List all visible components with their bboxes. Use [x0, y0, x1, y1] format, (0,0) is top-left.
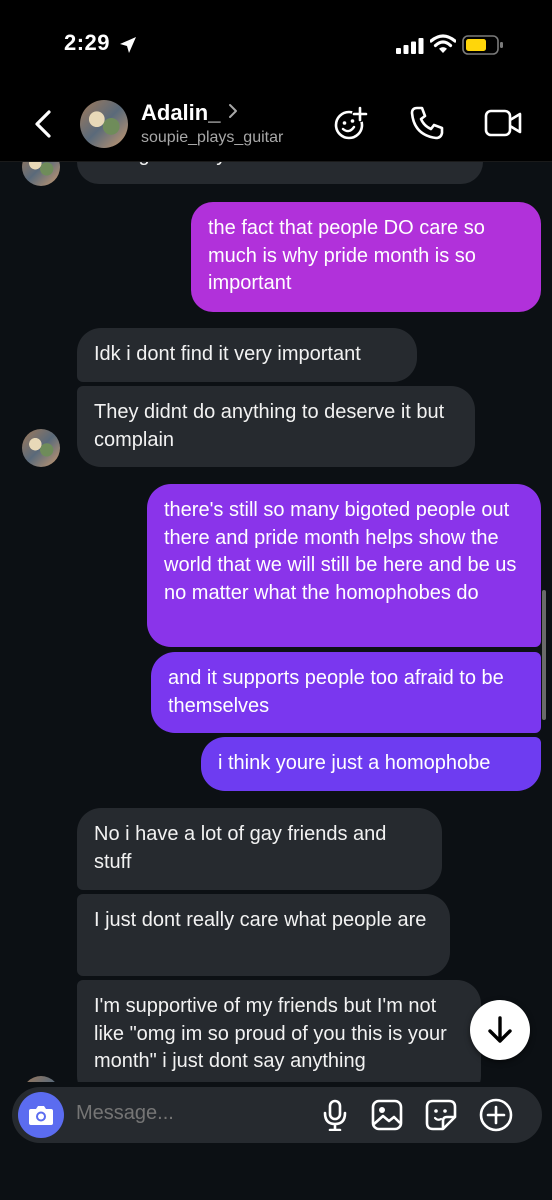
camera-icon — [29, 1106, 53, 1125]
message-sent[interactable]: i think youre just a homophobe — [201, 737, 541, 791]
microphone-icon[interactable] — [322, 1099, 348, 1131]
message-received[interactable]: Idk i dont find it very important — [77, 328, 417, 382]
message-received[interactable]: be a girl or boy — [77, 162, 483, 184]
location-arrow-icon — [120, 37, 136, 53]
message-sent[interactable]: there's still so many bigoted people out… — [147, 484, 541, 647]
chat-header: Adalin_ soupie_plays_guitar — [0, 90, 552, 162]
message-received[interactable]: They didnt do anything to deserve it but… — [77, 386, 475, 467]
contact-avatar[interactable] — [80, 100, 128, 148]
scroll-to-bottom-button[interactable] — [470, 1000, 530, 1060]
photo-gallery-icon[interactable] — [371, 1099, 403, 1131]
message-received[interactable]: I just dont really care what people are — [77, 894, 450, 976]
contact-username[interactable]: soupie_plays_guitar — [141, 129, 283, 147]
message-received[interactable]: I'm supportive of my friends but I'm not… — [77, 980, 481, 1082]
arrow-down-icon — [488, 1016, 512, 1043]
sticker-icon[interactable] — [425, 1099, 457, 1131]
message-received[interactable]: No i have a lot of gay friends and stuff — [77, 808, 442, 890]
wifi-icon — [430, 34, 456, 53]
message-composer — [12, 1087, 542, 1143]
back-arrow-icon[interactable] — [26, 104, 62, 144]
message-sent[interactable]: and it supports people too afraid to be … — [151, 652, 541, 733]
cellular-signal-icon — [396, 38, 424, 54]
message-thread[interactable]: be a girl or boy the fact that people DO… — [0, 162, 552, 1082]
message-sent[interactable]: the fact that people DO care so much is … — [191, 202, 541, 312]
video-call-icon[interactable] — [484, 106, 524, 140]
chevron-right-icon[interactable] — [226, 102, 240, 120]
status-time: 2:29 — [64, 30, 111, 55]
effects-icon[interactable] — [332, 104, 370, 142]
status-bar: 2:29 — [0, 0, 552, 90]
phone-call-icon[interactable] — [408, 104, 446, 142]
camera-button[interactable] — [18, 1092, 64, 1138]
composer-area — [0, 1082, 552, 1200]
sender-avatar[interactable] — [22, 162, 60, 186]
message-input[interactable] — [76, 1102, 296, 1125]
battery-icon — [462, 35, 503, 55]
sender-avatar[interactable] — [22, 429, 60, 467]
scrollbar[interactable] — [542, 590, 546, 720]
add-icon[interactable] — [479, 1098, 513, 1132]
contact-name[interactable]: Adalin_ — [141, 100, 220, 126]
